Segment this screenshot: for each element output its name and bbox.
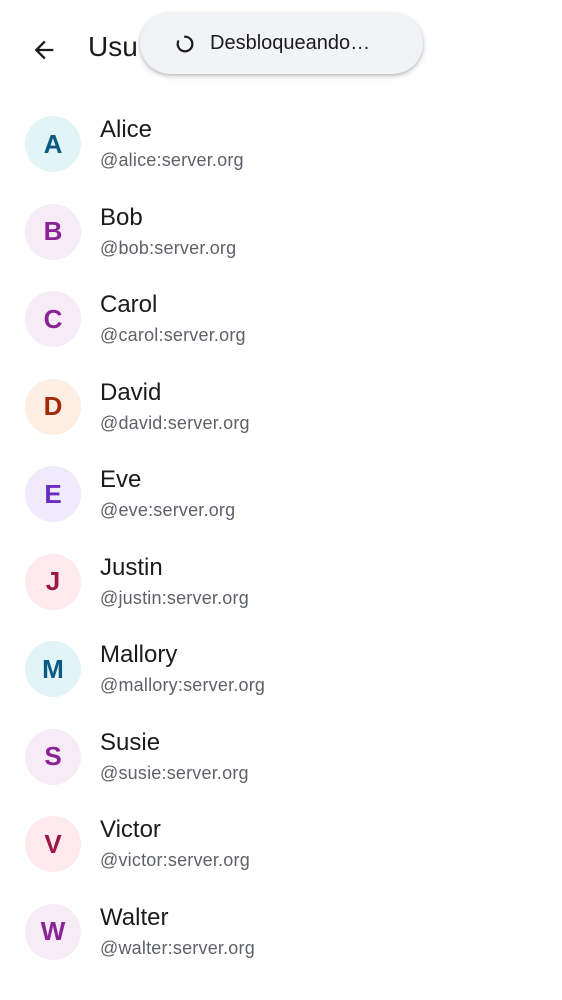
user-list-item[interactable]: E Eve @eve:server.org: [0, 450, 562, 538]
user-id: @eve:server.org: [100, 500, 236, 520]
user-list-item[interactable]: C Carol @carol:server.org: [0, 275, 562, 363]
avatar: B: [25, 203, 81, 260]
avatar: M: [25, 641, 81, 697]
avatar: W: [25, 903, 81, 960]
avatar: S: [25, 728, 81, 785]
avatar: J: [25, 553, 81, 610]
user-id: @bob:server.org: [100, 237, 237, 258]
user-id: @mallory:server.org: [100, 675, 266, 695]
avatar: D: [25, 378, 81, 435]
user-display-name: Eve: [100, 466, 142, 493]
user-id: @victor:server.org: [100, 850, 250, 870]
user-list-item[interactable]: W Walter @walter:server.org: [0, 888, 562, 976]
user-display-name: Carol: [100, 291, 158, 318]
unlocking-toast: Desbloqueando…: [140, 13, 423, 74]
avatar: A: [25, 116, 81, 172]
back-button[interactable]: [24, 30, 64, 70]
user-display-name: Mallory: [100, 641, 178, 668]
toast-message: Desbloqueando…: [210, 32, 371, 54]
user-display-name: Bob: [100, 203, 143, 231]
avatar: V: [25, 816, 81, 872]
avatar: E: [25, 466, 81, 522]
user-display-name: Alice: [100, 116, 153, 143]
user-id: @justin:server.org: [100, 587, 249, 608]
user-list-item[interactable]: B Bob @bob:server.org: [0, 188, 562, 276]
user-list-item[interactable]: V Victor @victor:server.org: [0, 800, 562, 888]
user-list-item[interactable]: S Susie @susie:server.org: [0, 713, 562, 801]
arrow-back-icon: [34, 40, 54, 60]
user-display-name: David: [100, 378, 162, 406]
user-id: @walter:server.org: [100, 937, 255, 958]
user-display-name: Susie: [100, 728, 161, 756]
user-id: @susie:server.org: [100, 762, 249, 783]
page-title: Usu: [88, 31, 138, 62]
user-id: @alice:server.org: [100, 150, 244, 170]
user-display-name: Justin: [100, 553, 163, 581]
user-list-item[interactable]: J Justin @justin:server.org: [0, 538, 562, 626]
user-display-name: Walter: [100, 903, 169, 931]
user-list-item[interactable]: M Mallory @mallory:server.org: [0, 625, 562, 713]
loading-spinner-icon: [174, 33, 196, 55]
avatar: C: [25, 291, 81, 347]
user-list-item[interactable]: D David @david:server.org: [0, 363, 562, 451]
user-list-item[interactable]: A Alice @alice:server.org: [0, 100, 562, 188]
user-id: @david:server.org: [100, 412, 250, 433]
user-display-name: Victor: [100, 816, 161, 843]
top-app-bar: Usu Desbloqueando…: [0, 0, 562, 100]
user-list: A Alice @alice:server.org B Bob @bob:server.o…: [0, 100, 562, 975]
user-id: @carol:server.org: [100, 325, 246, 345]
